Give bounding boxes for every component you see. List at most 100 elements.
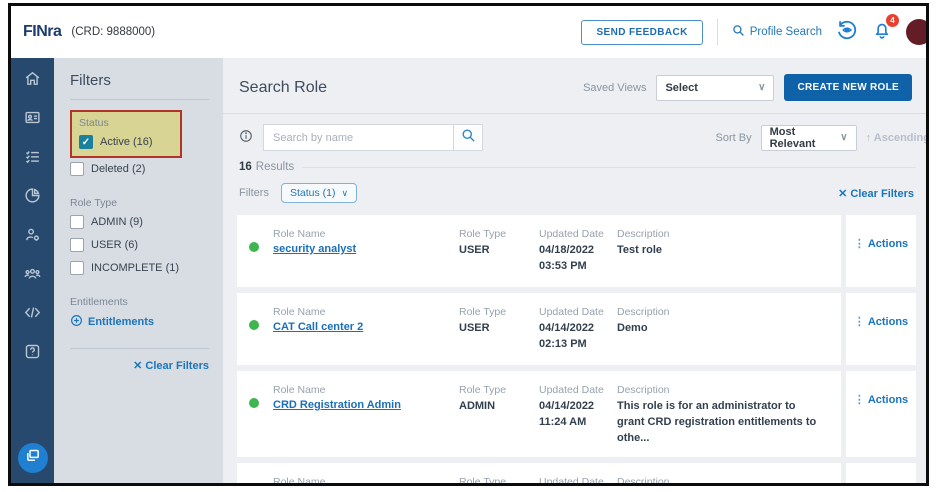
saved-views-label: Saved Views [583, 82, 646, 94]
ascending-toggle[interactable]: ↑ Ascending [866, 132, 929, 144]
id-card-icon [24, 109, 41, 131]
clear-filters-link[interactable]: ✕ Clear Filters [838, 187, 914, 200]
filter-roletype-incomplete[interactable]: INCOMPLETE (1) [70, 261, 209, 275]
filter-divider [70, 348, 209, 349]
search-input[interactable] [263, 124, 453, 151]
nav-user-admin[interactable] [24, 228, 42, 246]
saved-views-select[interactable]: Select ∨ [656, 75, 774, 101]
filter-option-label: ADMIN (9) [91, 216, 143, 228]
table-row: Role Name CRD Registration Admin Role Ty… [237, 371, 916, 457]
header-right: SEND FEEDBACK Profile Search 4 [581, 19, 916, 46]
column-header-description: Description [617, 384, 825, 396]
kebab-menu-icon: ⋮ [854, 315, 865, 328]
table-row: Role Name security analyst Role Type USE… [237, 215, 916, 287]
sort-select[interactable]: Most Relevant ∨ [761, 125, 857, 151]
role-type-value: ADMIN [459, 399, 539, 415]
page-title: Search Role [239, 79, 327, 97]
entitlements-add-link[interactable]: Entitlements [70, 314, 209, 330]
chevron-down-icon: ∨ [832, 132, 847, 143]
info-icon[interactable] [239, 129, 253, 146]
sort-by-label: Sort By [716, 132, 752, 144]
search-icon [461, 128, 476, 148]
actions-label: Actions [868, 394, 908, 406]
status-dot-column [249, 384, 273, 447]
results-list: Role Name security analyst Role Type USE… [223, 213, 926, 483]
sort-value: Most Relevant [770, 126, 833, 150]
body: Filters Status ✓ Active (16) Deleted (2)… [11, 58, 926, 483]
filter-status-active[interactable]: ✓ Active (16) [79, 135, 173, 149]
user-group-icon [24, 265, 41, 287]
role-name-link[interactable]: CRD Registration Admin [273, 399, 459, 411]
panel-clear-filters-link[interactable]: ✕ Clear Filters [70, 359, 209, 372]
filter-option-label: Deleted (2) [91, 163, 145, 175]
checkbox-checked-icon[interactable]: ✓ [79, 135, 93, 149]
column-header-role-name: Role Name [273, 228, 459, 240]
profile-search-link[interactable]: Profile Search [732, 24, 822, 40]
column-header-role-name: Role Name [273, 306, 459, 318]
filter-roletype-user[interactable]: USER (6) [70, 238, 209, 252]
updated-time-value: 11:24 AM [539, 415, 617, 431]
user-avatar[interactable] [906, 19, 929, 45]
role-name-link[interactable]: security analyst [273, 243, 459, 255]
filter-panel-title: Filters [70, 72, 209, 89]
home-icon [24, 70, 41, 92]
nav-reports[interactable] [24, 189, 42, 207]
results-count-row: 16 Results [223, 159, 926, 179]
recently-viewed-button[interactable] [836, 19, 858, 46]
status-dot-column [249, 476, 273, 483]
nav-api[interactable] [24, 306, 42, 324]
close-icon: ✕ [838, 188, 850, 200]
active-status-icon [249, 398, 259, 408]
search-submit-button[interactable] [453, 124, 483, 151]
row-actions-button[interactable]: ⋮ Actions [854, 393, 908, 406]
checkbox-icon[interactable] [70, 238, 84, 252]
description-value: Test role [617, 243, 825, 259]
updated-date-value: 04/14/2022 [539, 321, 617, 337]
nav-home[interactable] [24, 72, 42, 90]
results-divider [302, 167, 916, 168]
filter-status-deleted[interactable]: Deleted (2) [70, 162, 209, 176]
saved-views-value: Select [665, 82, 697, 94]
notification-badge: 4 [886, 14, 899, 27]
stacked-windows-icon [25, 448, 40, 468]
column-header-role-name: Role Name [273, 384, 459, 396]
actions-cell: ⋮ Actions [846, 371, 916, 457]
role-type-value: USER [459, 243, 539, 259]
nav-help[interactable] [24, 345, 42, 363]
role-type-section-label: Role Type [70, 197, 209, 209]
chevron-down-icon: ∨ [341, 188, 348, 199]
status-dot-column [249, 306, 273, 355]
role-name-link[interactable]: CAT Call center 2 [273, 321, 459, 333]
chevron-down-icon: ∨ [750, 82, 765, 93]
search-bar-row: Sort By Most Relevant ∨ ↑ Ascending [223, 114, 926, 159]
nav-groups[interactable] [24, 267, 42, 285]
column-header-description: Description [617, 228, 825, 240]
arrow-up-icon: ↑ [866, 132, 874, 144]
top-header: FINra (CRD: 9888000) SEND FEEDBACK Profi… [11, 6, 926, 58]
status-dot-column [249, 228, 273, 277]
actions-cell: ⋮ Actions [846, 215, 916, 287]
row-actions-button[interactable]: ⋮ Actions [854, 237, 908, 250]
filter-option-label: Active (16) [100, 136, 153, 148]
row-actions-button[interactable]: ⋮ Actions [854, 315, 908, 328]
nav-tasks[interactable] [24, 150, 42, 168]
checkbox-icon[interactable] [70, 162, 84, 176]
filter-divider [70, 99, 209, 100]
clear-filters-label: Clear Filters [850, 188, 914, 200]
help-icon [24, 343, 41, 365]
filter-roletype-admin[interactable]: ADMIN (9) [70, 215, 209, 229]
nav-profile[interactable] [24, 111, 42, 129]
window-switcher-button[interactable] [18, 443, 48, 473]
user-gear-icon [24, 226, 41, 248]
role-type-value: USER [459, 321, 539, 337]
pie-chart-icon [24, 187, 41, 209]
notifications-button[interactable]: 4 [872, 20, 892, 45]
updated-time-value: 03:53 PM [539, 259, 617, 275]
status-filter-chip[interactable]: Status (1) ∨ [281, 183, 357, 203]
code-icon [24, 304, 41, 326]
create-new-role-button[interactable]: CREATE NEW ROLE [784, 74, 912, 101]
checkbox-icon[interactable] [70, 261, 84, 275]
send-feedback-button[interactable]: SEND FEEDBACK [581, 20, 702, 45]
checkbox-icon[interactable] [70, 215, 84, 229]
screen: FINra (CRD: 9888000) SEND FEEDBACK Profi… [0, 0, 936, 492]
